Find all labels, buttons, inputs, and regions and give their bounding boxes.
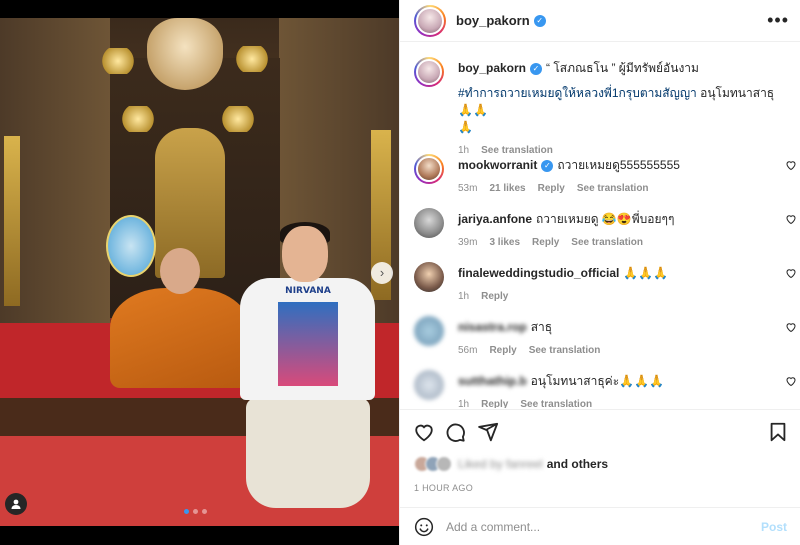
- chandelier: [220, 106, 256, 132]
- caption-hashtag[interactable]: #ทำการถวายเหมยดูให้หลวงพี่1กรุบตามสัญญา: [458, 86, 697, 100]
- liked-by-text: Liked by fanreel: [458, 457, 543, 471]
- post-sidebar: boy_pakorn ✓ ••• boy_pakorn ✓ “ โสภณธโน ” …: [399, 0, 800, 545]
- comment-text: อนุโมทนาสาธุค่ะ🙏🙏🙏: [530, 374, 664, 388]
- chandelier: [100, 48, 136, 74]
- lantern: [147, 18, 223, 90]
- like-comment-heart-icon[interactable]: [785, 213, 797, 225]
- comment-input[interactable]: [446, 519, 761, 534]
- comment-likes[interactable]: 21 likes: [489, 180, 525, 197]
- shirt-text: NIRVANA: [285, 286, 331, 296]
- likes-others[interactable]: and others: [547, 457, 608, 471]
- reply-button[interactable]: Reply: [481, 288, 508, 305]
- likes-summary[interactable]: Liked by fanreel and others: [414, 456, 608, 472]
- emoji-icon[interactable]: [414, 517, 434, 537]
- comment-username[interactable]: mookworranit: [458, 158, 537, 172]
- see-translation-link[interactable]: See translation: [520, 396, 592, 408]
- carousel-dot: [202, 509, 207, 514]
- avatar[interactable]: [414, 262, 444, 292]
- user-icon: [11, 499, 21, 509]
- author-username[interactable]: boy_pakorn: [456, 13, 530, 28]
- avatar[interactable]: [414, 57, 444, 87]
- like-comment-heart-icon[interactable]: [785, 267, 797, 279]
- comment-time: 53m: [458, 183, 478, 194]
- reply-button[interactable]: Reply: [489, 342, 516, 359]
- verified-icon: ✓: [541, 159, 554, 172]
- comment-text: สาธุ: [530, 320, 553, 334]
- reply-button[interactable]: Reply: [538, 180, 565, 197]
- man-figure: NIRVANA: [240, 222, 380, 516]
- add-comment-bar: Post: [400, 507, 800, 545]
- comment-time: 56m: [458, 345, 478, 356]
- post-timestamp: 1 HOUR AGO: [414, 483, 474, 493]
- carousel-dot: [193, 509, 198, 514]
- caption-text: “ โสภณธโน ” ผู้มีทรัพย์อันงาม: [546, 61, 699, 75]
- comment-text: ถวายเหมยดู555555555: [557, 158, 680, 172]
- like-comment-heart-icon[interactable]: [785, 321, 797, 333]
- gold-frame: [4, 136, 20, 306]
- chandelier: [120, 106, 156, 132]
- post-comment-button[interactable]: Post: [761, 520, 787, 534]
- see-translation-link[interactable]: See translation: [529, 342, 601, 359]
- post-photo[interactable]: NIRVANA: [0, 18, 399, 526]
- monk-figure: [90, 248, 255, 388]
- heart-icon[interactable]: [413, 421, 435, 443]
- tagged-users-button[interactable]: [5, 493, 27, 515]
- bookmark-icon[interactable]: [767, 421, 789, 443]
- verified-icon: ✓: [533, 14, 546, 27]
- liker-avatars: [414, 456, 452, 472]
- comment-text: ถวายเหมยดู 😂😍พี่บอยๆๆ: [536, 212, 675, 226]
- post-actions: Liked by fanreel and others 1 HOUR AGO: [400, 409, 800, 505]
- comment-time: 39m: [458, 237, 478, 248]
- reply-button[interactable]: Reply: [532, 234, 559, 251]
- avatar[interactable]: [414, 370, 444, 400]
- caption-text-3: 🙏: [458, 120, 473, 134]
- carousel-dot: [184, 509, 189, 514]
- reply-button[interactable]: Reply: [481, 396, 508, 408]
- comment-text: 🙏🙏🙏: [623, 266, 669, 280]
- comment-likes[interactable]: 3 likes: [489, 234, 520, 251]
- see-translation-link[interactable]: See translation: [577, 180, 649, 197]
- verified-icon: ✓: [530, 62, 543, 75]
- see-translation-link[interactable]: See translation: [571, 234, 643, 251]
- comment-username[interactable]: sutthathip.b: [458, 374, 527, 388]
- comment-icon[interactable]: [444, 421, 466, 443]
- like-comment-heart-icon[interactable]: [785, 375, 797, 387]
- carousel-dots: [184, 509, 207, 514]
- avatar[interactable]: [414, 4, 446, 37]
- comment-time: 1h: [458, 399, 470, 408]
- comment-username[interactable]: finaleweddingstudio_official: [458, 266, 619, 280]
- caption-username[interactable]: boy_pakorn: [458, 61, 526, 75]
- avatar[interactable]: [414, 316, 444, 346]
- more-options-icon[interactable]: •••: [767, 11, 789, 29]
- post-header: boy_pakorn ✓ •••: [400, 0, 800, 42]
- like-comment-heart-icon[interactable]: [785, 159, 797, 171]
- comment-username[interactable]: nisastra.rop: [458, 320, 527, 334]
- chandelier: [234, 46, 270, 72]
- comments-list[interactable]: boy_pakorn ✓ “ โสภณธโน ” ผู้มีทรัพย์อันงาม…: [400, 43, 800, 408]
- post-media[interactable]: NIRVANA ›: [0, 0, 399, 545]
- comment-username[interactable]: jariya.anfone: [458, 212, 532, 226]
- carousel-next-button[interactable]: ›: [371, 262, 393, 284]
- avatar[interactable]: [414, 208, 444, 238]
- comment-time: 1h: [458, 291, 470, 302]
- avatar[interactable]: [414, 154, 444, 184]
- share-icon[interactable]: [477, 421, 499, 443]
